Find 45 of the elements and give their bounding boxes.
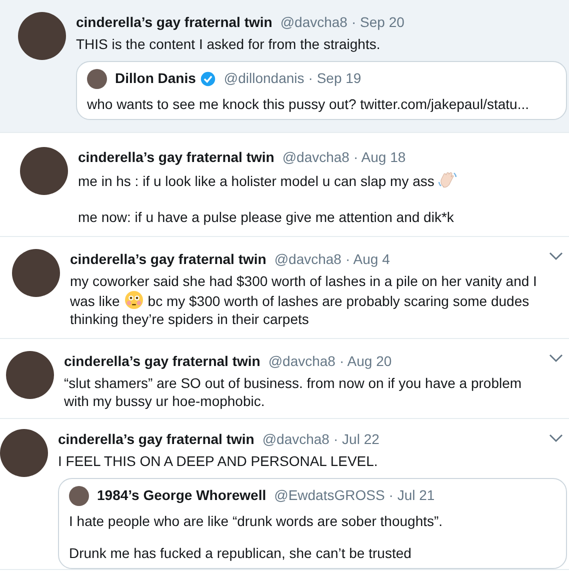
tweet-date: · Aug 20 [339,352,392,371]
tweet-text: my coworker said she had $300 worth of lashes in a pile on her vanity and I was like bc my $300 worth of lashes are probably scaring some dudes thinking they’re spiders in their carpets [70,272,538,328]
quoted-date: · Jul 21 [388,486,435,505]
author-name: cinderella’s gay fraternal twin [70,250,266,269]
waving-hand-icon [438,170,458,190]
avatar-placeholder [20,147,68,195]
flushed-face-icon [124,290,144,310]
avatar-placeholder [69,486,89,506]
avatar-placeholder [18,12,66,60]
quoted-text: who wants to see me knock this pussy out? twitter.com/jakepaul/statu... [87,95,530,113]
avatar-placeholder [87,68,107,88]
author-handle: @davcha8 [268,352,336,371]
avatar-placeholder [0,429,48,477]
quoted-handle: @dillondanis [224,69,304,88]
tweet-text: I FEEL THIS ON A DEEP AND PERSONAL LEVEL. [58,452,379,470]
author-handle: @davcha8 [282,148,350,167]
author-name: cinderella’s gay fraternal twin [58,430,254,449]
chevron-down-icon[interactable] [549,433,563,443]
author-name: cinderella’s gay fraternal twin [78,148,274,167]
tweet-date: · Jul 22 [333,430,380,449]
quoted-date: · Sep 19 [308,69,362,88]
author-handle: @davcha8 [274,250,342,269]
avatar-placeholder [12,249,60,297]
quoted-tweet[interactable]: 1984’s George Whorewell @EwdatsGROSS · Jul 21 I hate people who are like “drunk words are sober thoughts”. Drunk me has fucked a republican, she can’t be trusted [58,478,567,569]
quoted-text: Drunk me has fucked a republican, she can’t be trusted [69,544,412,562]
chevron-down-icon[interactable] [549,251,563,261]
tweet-date: · Aug 18 [353,148,406,167]
author-name: cinderella’s gay fraternal twin [76,13,272,32]
author-handle: @davcha8 [280,13,348,32]
tweet-date: · Sep 20 [351,13,404,32]
tweet-text: THIS is the content I asked for from the straights. [76,35,382,53]
quoted-author-name: Dillon Danis [115,69,196,88]
tweet-text: “slut shamers” are SO out of business. from now on if you have a problem with my bussy ur hoe-mophobic. [64,374,523,410]
quoted-handle: @EwdatsGROSS [274,486,385,505]
tweet-text: me in hs : if u look like a holister model u can slap my ass [78,170,545,190]
author-name: cinderella’s gay fraternal twin [64,352,260,371]
tweet-card[interactable] [0,0,569,133]
chevron-down-icon[interactable] [549,353,563,363]
quoted-text: I hate people who are like “drunk words are sober thoughts”. [69,512,444,530]
tweet-text: me now: if u have a pulse please give me attention and dik*k [78,208,455,226]
tweet-date: · Aug 4 [345,250,390,269]
avatar-placeholder [6,351,54,399]
quoted-author-name: 1984’s George Whorewell [97,486,266,505]
author-handle: @davcha8 [262,430,330,449]
quoted-tweet[interactable]: Dillon Danis @dillondanis · Sep 19 who wants to see me knock this pussy out? twitter.com/jakepaul/statu... [76,61,567,120]
